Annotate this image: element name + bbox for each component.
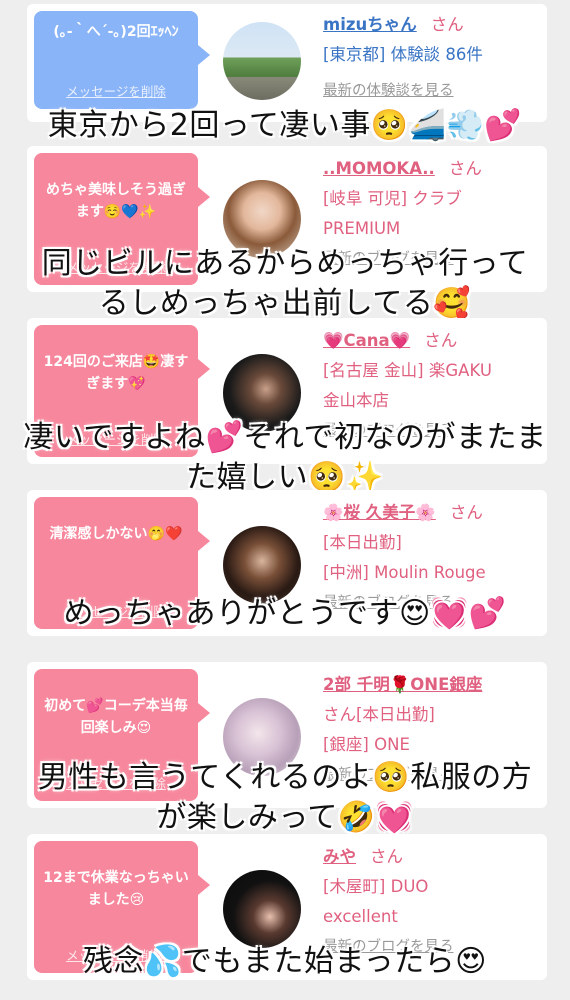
honorific: さん: [424, 331, 458, 350]
avatar[interactable]: [223, 870, 301, 948]
user-details-2: excellent: [323, 907, 398, 926]
bubble-text: 124回のご来店🤩凄すぎます💖: [43, 354, 189, 392]
user-name-link[interactable]: mizuちゃん: [323, 15, 417, 34]
avatar[interactable]: [223, 22, 301, 100]
bubble-text: (｡-｀へ´-｡)2回ｴｯﾍﾝ: [53, 24, 179, 40]
caption-text: 東京から2回って凄い事🥺🚄💨💕: [47, 108, 523, 143]
caption-text: 同じビルにあるからめっちゃ行って るしめっちゃ出前してる🥰: [41, 246, 529, 321]
user-details: [本日出勤]: [323, 533, 402, 552]
user-details: さん[本日出勤]: [323, 705, 435, 724]
bubble-text: めちゃ美味しそう過ぎます☺️💙✨: [46, 182, 186, 220]
caption-text: めっちゃありがとうです😍💓💕: [63, 596, 507, 631]
user-details-2: 金山本店: [323, 391, 389, 410]
honorific: さん: [430, 15, 464, 34]
user-details: [木屋町] DUO: [323, 877, 429, 896]
honorific: さん: [370, 847, 403, 866]
user-name-link[interactable]: 2部 千明🌹ONE銀座: [323, 675, 482, 694]
bubble-text: 清潔感しかない🤭❤️: [49, 526, 183, 542]
user-details: [東京都] 体験談 86件: [323, 45, 483, 64]
caption-text: 凄いですよね💕それで初なのがまたま た嬉しい🥺✨: [23, 420, 547, 495]
user-details-2: PREMIUM: [323, 219, 401, 238]
user-name-link[interactable]: ..MOMOKA..: [323, 159, 435, 178]
user-details: [名古屋 金山] 楽GAKU: [323, 361, 492, 380]
caption-text: 残念💦でもまた始まったら😍: [83, 944, 487, 979]
user-details-2: [中洲] Moulin Rouge: [323, 563, 486, 582]
user-name-link[interactable]: 💗Cana💗: [323, 331, 410, 350]
message-bubble: (｡-｀へ´-｡)2回ｴｯﾍﾝ メッセージを削除: [34, 11, 210, 109]
bubble-text: 初めて💕コーデ本当毎回楽しみ😍: [44, 698, 188, 736]
user-details: [岐阜 可児] クラブ: [323, 189, 462, 208]
user-name-link[interactable]: みや: [323, 847, 356, 866]
bubble-text: 12まで休業なっちゃいました😢: [43, 870, 189, 908]
avatar[interactable]: [223, 526, 301, 604]
honorific: さん: [448, 159, 482, 178]
latest-link[interactable]: 最新の体験談を見る: [323, 76, 539, 106]
user-details-2: [銀座] ONE: [323, 735, 410, 754]
honorific: さん: [449, 503, 483, 522]
user-name-link[interactable]: 🌸桜 久美子🌸: [323, 503, 436, 522]
delete-message-link[interactable]: メッセージを削除: [34, 81, 198, 103]
message-card: (｡-｀へ´-｡)2回ｴｯﾍﾝ メッセージを削除 mizuちゃん さん [東京都]…: [27, 4, 547, 122]
caption-text: 男性も言うてくれるのよ🥺私服の方 が楽しみって🤣💓: [37, 760, 533, 835]
